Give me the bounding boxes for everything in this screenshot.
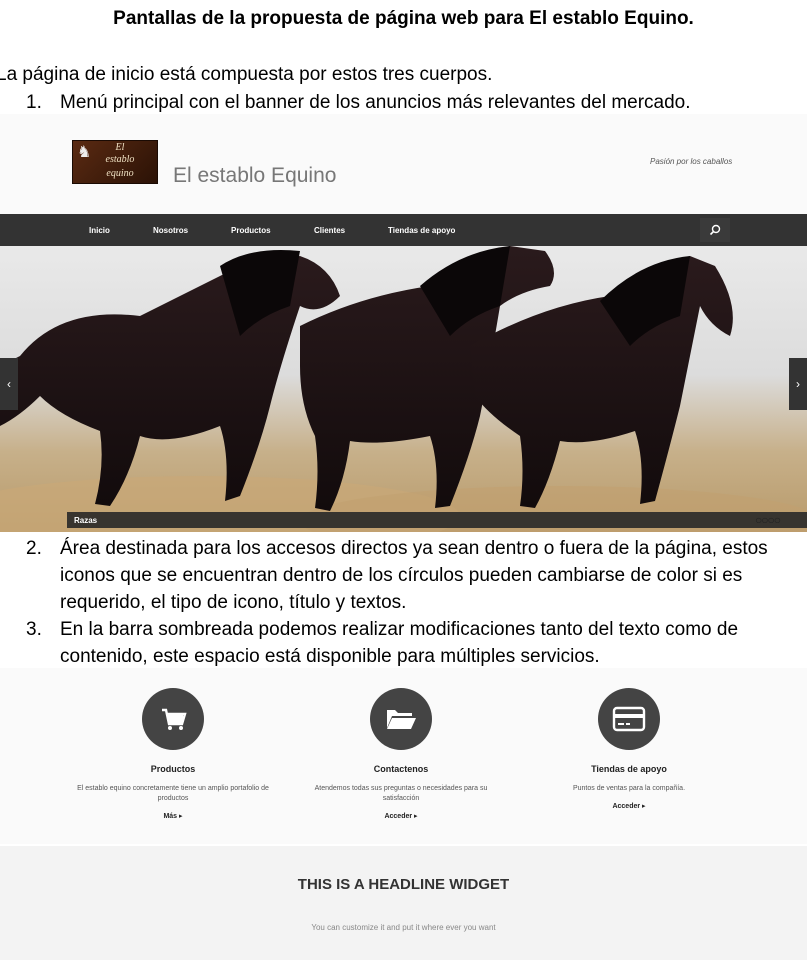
headline-widget: THIS IS A HEADLINE WIDGET You can custom…: [0, 846, 807, 960]
headline-subtitle: You can customize it and put it where ev…: [311, 923, 496, 932]
list-item-text: En la barra sombreada podemos realizar m…: [60, 619, 739, 667]
feature-text: Atendemos todas sus preguntas o necesida…: [314, 785, 488, 802]
site-name: El establo Equino: [173, 164, 337, 187]
logo-text-2: establo: [105, 154, 135, 165]
document-title: Pantallas de la propuesta de página web …: [113, 8, 694, 29]
slider-caption-bar: Razas: [67, 512, 807, 528]
logo-text-3: equino: [106, 168, 134, 179]
list-item-number: 2.: [26, 538, 42, 559]
search-icon: [709, 224, 721, 236]
feature-contactenos: Contactenos Atendemos todas sus pregunta…: [296, 688, 506, 820]
feature-link[interactable]: Acceder ▸: [296, 812, 506, 820]
slider-next-button[interactable]: ›: [789, 358, 807, 410]
nav-item-productos[interactable]: Productos: [231, 226, 271, 235]
hero-slider: ‹ › Razas: [0, 246, 807, 532]
feature-title: Productos: [150, 764, 196, 774]
nav-item-tiendas[interactable]: Tiendas de apoyo: [388, 226, 455, 235]
site-logo[interactable]: ♞ El establo equino: [72, 140, 158, 184]
feature-text: Puntos de ventas para la compañía.: [572, 785, 686, 792]
list-item-1: 1. Menú principal con el banner de los a…: [26, 89, 691, 116]
nav-item-inicio[interactable]: Inicio: [89, 226, 110, 235]
feature-productos: Productos El establo equino concretament…: [68, 688, 278, 820]
feature-title: Contactenos: [373, 764, 429, 774]
site-tagline: Pasión por los caballos: [650, 157, 733, 166]
credit-card-icon: [612, 706, 646, 732]
logo-text-1: El: [115, 142, 125, 153]
slider-caption: Razas: [74, 516, 98, 525]
feature-link[interactable]: Más ▸: [68, 812, 278, 820]
list-item-2: 2. Área destinada para los accesos direc…: [26, 535, 807, 616]
headline-title: THIS IS A HEADLINE WIDGET: [297, 876, 510, 893]
feature-tiendas: Tiendas de apoyo Puntos de ventas para l…: [524, 688, 734, 810]
cart-icon: [162, 708, 187, 730]
main-nav: Inicio Nosotros Productos Clientes Tiend…: [0, 214, 807, 246]
homepage-mockup: ♞ El establo equino El establo Equino Pa…: [0, 114, 807, 532]
list-item-text: Área destinada para los accesos directos…: [60, 538, 768, 613]
feature-link[interactable]: Acceder ▸: [524, 802, 734, 810]
search-button[interactable]: [700, 218, 730, 242]
feature-title: Tiendas de apoyo: [591, 764, 667, 774]
list-item-3: 3. En la barra sombreada podemos realiza…: [26, 616, 807, 670]
folder-open-icon: [387, 710, 416, 729]
nav-item-nosotros[interactable]: Nosotros: [153, 226, 188, 235]
list-item-number: 1.: [26, 92, 42, 113]
horse-1: [0, 250, 340, 506]
feature-icon-circle[interactable]: [598, 688, 660, 750]
feature-text: El establo equino concretamente tiene un…: [77, 785, 269, 802]
list-item-number: 3.: [26, 619, 42, 640]
list-item-text: Menú principal con el banner de los anun…: [60, 92, 691, 113]
feature-icon-circle[interactable]: [370, 688, 432, 750]
feature-icon-circle[interactable]: [142, 688, 204, 750]
features-section: Productos El establo equino concretament…: [0, 668, 807, 844]
intro-text: La página de inicio está compuesta por e…: [0, 64, 493, 85]
slider-prev-button[interactable]: ‹: [0, 358, 18, 410]
horses-image: [0, 246, 807, 532]
nav-item-clientes[interactable]: Clientes: [314, 226, 345, 235]
slider-dots[interactable]: ○○○○: [755, 513, 781, 527]
